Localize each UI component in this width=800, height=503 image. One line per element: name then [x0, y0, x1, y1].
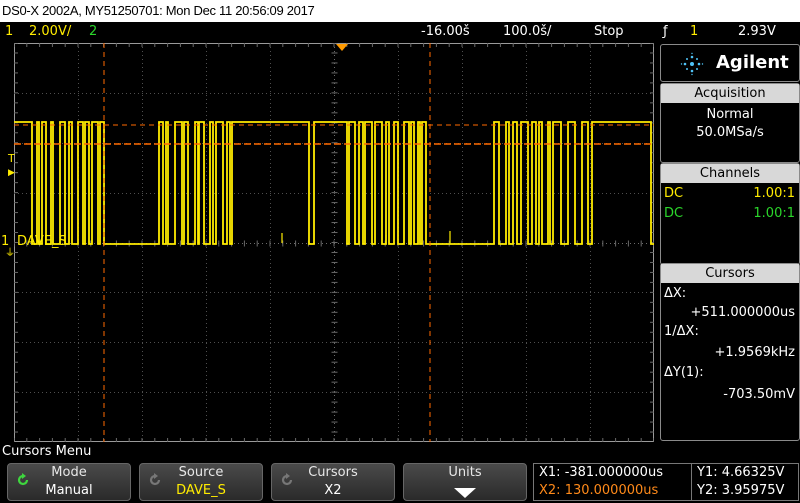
delta-y-value: -703.50mV — [723, 387, 795, 402]
graticule-grid — [14, 43, 654, 442]
cursors-box[interactable]: Cursors ΔX: +511.000000us 1/ΔX: +1.9569k… — [660, 263, 800, 441]
x2-readout: X2: 130.000000us — [539, 483, 659, 498]
brand-name: Agilent — [716, 52, 789, 73]
delta-x-label: ΔX: — [664, 286, 687, 301]
acquisition-mode: Normal — [706, 107, 754, 122]
status-row: 1 2.00V/ 2 -16.00š 100.0š/ Stop ƒ 1 2.93… — [0, 22, 800, 42]
mode-softkey[interactable]: Mode Manual — [7, 463, 131, 501]
window-title: DS0-X 2002A, MY51250701: Mon Dec 11 20:5… — [0, 0, 800, 22]
units-softkey-label: Units — [448, 465, 482, 480]
trigger-level[interactable]: 2.93V — [738, 22, 776, 42]
inverse-delta-x-label: 1/ΔX: — [664, 324, 699, 339]
source-softkey[interactable]: Source DAVE_S — [139, 463, 263, 501]
acquisition-box[interactable]: Acquisition Normal 50.0MSa/s — [660, 83, 800, 163]
y2-readout: Y2: 3.95975V — [697, 483, 785, 498]
mode-softkey-label: Mode — [51, 465, 87, 480]
down-arrow-icon — [454, 488, 476, 498]
run-state[interactable]: Stop — [594, 22, 624, 42]
side-panel: Agilent Acquisition Normal 50.0MSa/s Cha… — [659, 43, 800, 442]
cursors-softkey[interactable]: Cursors X2 — [271, 463, 395, 501]
channels-header: Channels — [661, 164, 799, 183]
ch1-coupling: DC — [664, 186, 684, 201]
cursors-softkey-value: X2 — [324, 483, 342, 498]
waveform-display[interactable] — [14, 43, 654, 442]
trigger-edge-icon: ƒ — [663, 24, 668, 39]
units-softkey[interactable]: Units — [403, 463, 527, 501]
time-offset[interactable]: -16.00š — [421, 22, 470, 42]
y1-readout: Y1: 4.66325V — [697, 465, 785, 480]
trigger-position-marker — [336, 44, 348, 51]
ch1-scale[interactable]: 2.00V/ — [29, 22, 71, 42]
trigger-channel[interactable]: 1 — [690, 22, 698, 42]
channels-box[interactable]: Channels DC 1.00:1 DC 1.00:1 — [660, 163, 800, 265]
acquisition-rate: 50.0MSa/s — [696, 125, 764, 140]
time-scale[interactable]: 100.0š/ — [503, 22, 551, 42]
menu-title: Cursors Menu — [2, 444, 92, 459]
ch1-number[interactable]: 1 — [5, 22, 13, 42]
ch2-coupling: DC — [664, 206, 684, 221]
agilent-spark-icon — [680, 52, 704, 76]
source-softkey-label: Source — [178, 465, 224, 480]
readout-divider — [691, 463, 692, 501]
cursors-softkey-label: Cursors — [308, 465, 358, 480]
acquisition-header: Acquisition — [661, 84, 799, 103]
mode-softkey-value: Manual — [45, 483, 93, 498]
ch2-number[interactable]: 2 — [89, 22, 97, 42]
delta-y-label: ΔY(1): — [664, 365, 704, 380]
inverse-delta-x-value: +1.9569kHz — [714, 345, 795, 360]
ch1-probe-ratio: 1.00:1 — [753, 186, 795, 201]
ch1-channel-label: DAVE_S — [17, 234, 67, 249]
cursor-readout: X1: -381.000000us X2: 130.000000us Y1: 4… — [533, 463, 799, 501]
trigger-level-marker: T ▶ — [8, 152, 15, 178]
source-softkey-value: DAVE_S — [176, 483, 226, 498]
delta-x-value: +511.000000us — [690, 305, 795, 320]
agilent-logo-box: Agilent — [660, 44, 800, 82]
x1-readout: X1: -381.000000us — [539, 465, 663, 480]
ground-icon: ⏚ — [5, 248, 15, 259]
ch2-probe-ratio: 1.00:1 — [753, 206, 795, 221]
cursors-header: Cursors — [661, 264, 799, 283]
